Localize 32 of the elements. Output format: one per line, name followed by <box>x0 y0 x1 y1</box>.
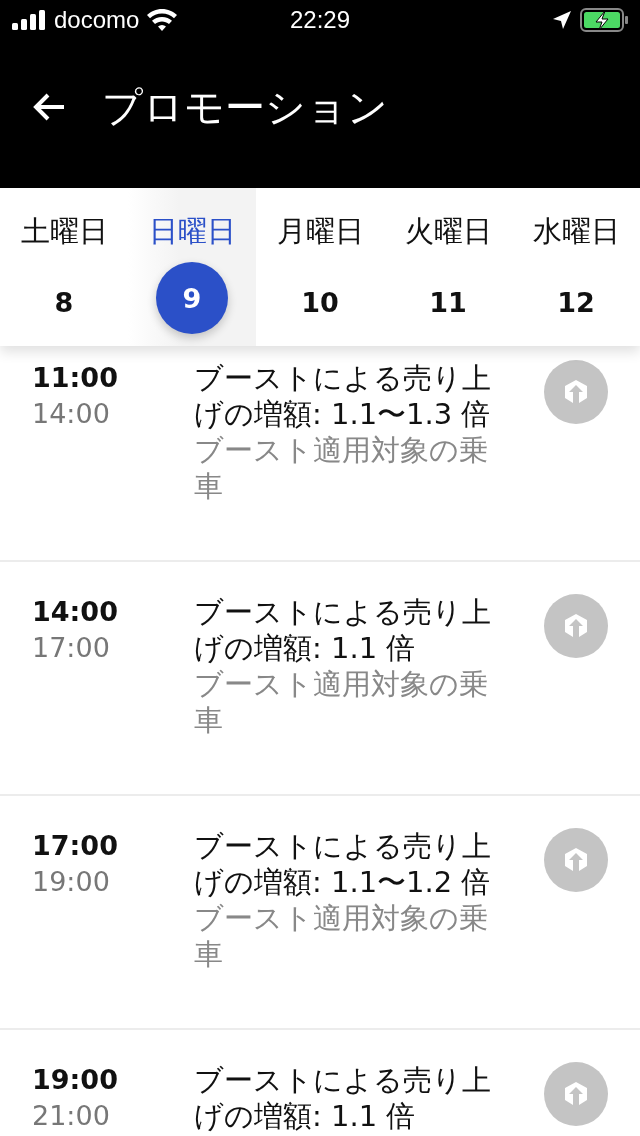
back-arrow-icon[interactable] <box>32 92 66 122</box>
day-tab[interactable]: 水曜日 12 <box>512 188 640 346</box>
day-tab[interactable]: 日曜日 9 <box>128 188 256 346</box>
promotion-detail: ブースト適用対象の乗車 <box>194 432 489 504</box>
promotion-title: ブーストによる売り上げの増額: 1.1 倍 <box>194 594 492 666</box>
promotion-title: ブーストによる売り上げの増額: 1.1 倍 <box>194 1062 492 1134</box>
signal-icon <box>12 10 46 30</box>
day-tab[interactable]: 土曜日 8 <box>0 188 128 346</box>
promotion-detail: ブースト適用対象の乗車 <box>194 666 489 738</box>
promotion-title: ブーストによる売り上げの増額: 1.1〜1.3 倍 <box>194 360 492 432</box>
wifi-icon <box>147 9 178 31</box>
end-time: 14:00 <box>32 397 111 431</box>
boost-icon[interactable] <box>544 594 608 658</box>
day-tab[interactable]: 火曜日 11 <box>384 188 512 346</box>
end-time: 21:00 <box>32 1099 111 1133</box>
end-time: 17:00 <box>32 631 111 665</box>
boost-icon[interactable] <box>544 360 608 424</box>
battery-icon <box>580 8 628 32</box>
carrier-name: docomo <box>54 6 140 34</box>
end-time: 19:00 <box>32 865 111 899</box>
start-time: 17:00 <box>32 829 119 863</box>
boost-icon[interactable] <box>544 1062 608 1126</box>
start-time: 11:00 <box>32 361 119 395</box>
promotion-title: ブーストによる売り上げの増額: 1.1〜1.2 倍 <box>194 828 492 900</box>
location-icon <box>552 10 572 30</box>
clock: 22:29 <box>289 6 351 34</box>
day-tab[interactable]: 月曜日 10 <box>256 188 384 346</box>
boost-icon[interactable] <box>544 828 608 892</box>
start-time: 19:00 <box>32 1063 119 1097</box>
start-time: 14:00 <box>32 595 119 629</box>
promotion-detail: ブースト適用対象の乗車 <box>194 900 489 972</box>
page-title: プロモーション <box>102 82 388 132</box>
